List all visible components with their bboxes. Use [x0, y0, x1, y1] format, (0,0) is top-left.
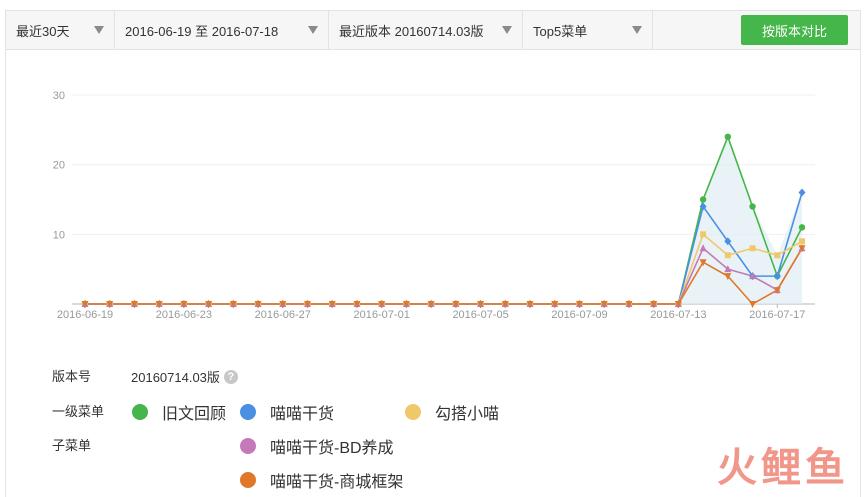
version-label: 版本号 — [52, 369, 92, 384]
y-tick-label: 30 — [53, 90, 65, 102]
x-tick-label: 2016-06-23 — [156, 309, 212, 321]
submenu-label: 子菜单 — [52, 438, 92, 453]
data-point — [724, 252, 731, 259]
legend-dot-icon — [132, 404, 148, 420]
legend-label: 旧文回顾 — [162, 406, 227, 423]
legend-label: 勾搭小喵 — [435, 406, 500, 423]
legend-label: 喵喵干货 — [270, 406, 335, 423]
legend-item-4[interactable]: 喵喵干货-商城框架 — [240, 468, 403, 492]
legend-item-1[interactable]: 喵喵干货 — [240, 400, 334, 424]
help-icon[interactable]: ? — [223, 369, 238, 384]
data-point — [798, 188, 806, 197]
legend-item-3[interactable]: 喵喵干货-BD养成 — [240, 434, 394, 458]
y-tick-label: 20 — [53, 160, 65, 172]
x-tick-label: 2016-07-13 — [650, 309, 706, 321]
data-point — [774, 252, 781, 259]
data-point — [700, 231, 707, 238]
x-tick-label: 2016-07-09 — [551, 309, 607, 321]
data-point — [749, 203, 756, 210]
data-point — [798, 224, 806, 231]
legend-dot-icon — [240, 438, 256, 454]
legend-item-2[interactable]: 勾搭小喵 — [405, 400, 499, 424]
x-tick-label: 2016-07-01 — [354, 309, 410, 321]
level1-menu-label: 一级菜单 — [52, 404, 105, 419]
watermark-char: 鱼 — [805, 445, 845, 491]
y-tick-label: 10 — [53, 229, 65, 241]
watermark-char: 鲤 — [761, 445, 801, 491]
x-tick-label: 2016-06-27 — [255, 309, 311, 321]
watermark-logo: 火 鲤 鱼 — [717, 435, 845, 493]
x-tick-label: 2016-07-17 — [749, 309, 805, 321]
version-info: 20160714.03版 ? — [131, 367, 238, 386]
legend-label: 喵喵干货-BD养成 — [270, 440, 394, 457]
legend-dot-icon — [240, 404, 256, 420]
area-fill — [85, 136, 802, 304]
menu-clicks-chart: 10 20 30 2016-06-19 2016-06-23 2016-06-27 2016… — [53, 90, 815, 321]
legend-label: 喵喵干货-商城框架 — [270, 474, 404, 491]
watermark-char: 火 — [717, 445, 757, 491]
x-tick-label: 2016-07-05 — [452, 309, 508, 321]
legend-item-0[interactable]: 旧文回顾 — [132, 400, 226, 424]
data-point — [724, 133, 732, 140]
version-number: 20160714.03版 — [131, 370, 220, 385]
data-point — [799, 238, 805, 245]
data-point — [699, 196, 707, 203]
legend-dot-icon — [405, 404, 421, 420]
legend-dot-icon — [240, 472, 256, 488]
x-tick-label: 2016-06-19 — [57, 309, 113, 321]
data-point — [749, 245, 756, 252]
